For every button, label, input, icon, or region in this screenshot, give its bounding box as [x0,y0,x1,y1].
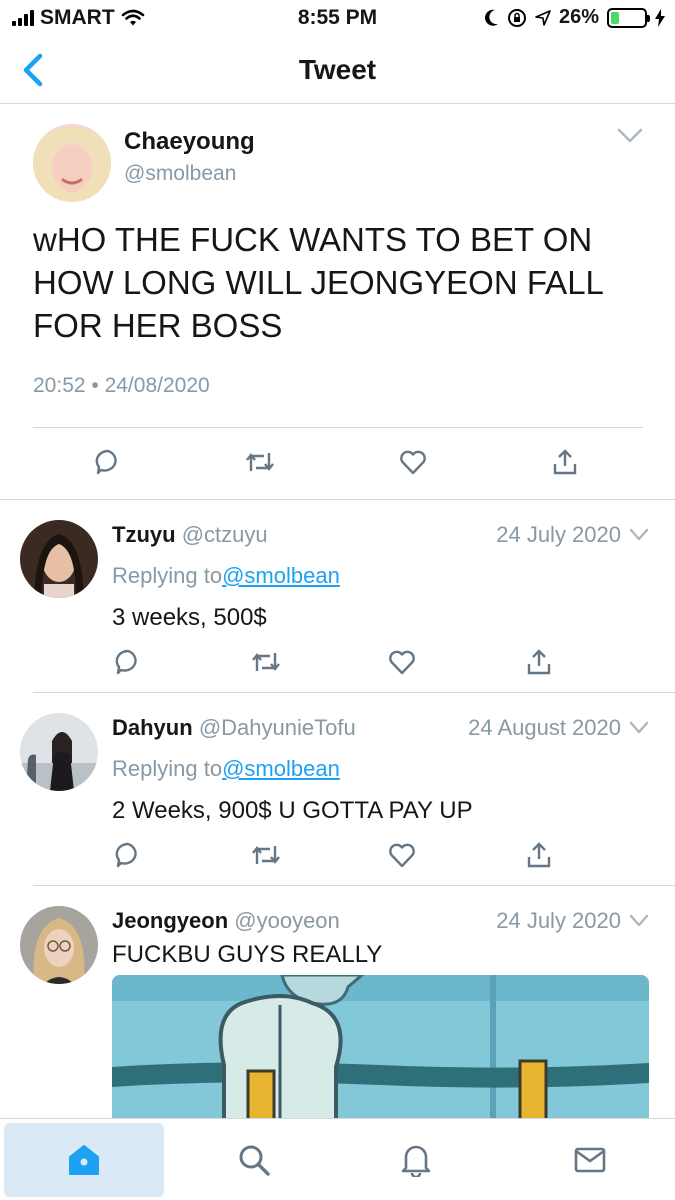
author-handle[interactable]: @ctzuyu [182,522,268,547]
retweet-icon [252,653,280,671]
tweet-text: 3 weeks, 500$ [112,604,267,631]
heart-icon [389,843,415,868]
tweet-text: 2 Weeks, 900$ U GOTTA PAY UP [112,797,473,824]
reply-button[interactable] [112,839,144,871]
notifications-icon [401,1145,431,1177]
author-name[interactable]: Chaeyoung [124,128,255,156]
tweet-timestamp: 20:52 • 24/08/2020 [33,374,210,397]
retweet-button[interactable] [250,646,282,678]
reply-header: Dahyun @DahyunieTofu [112,715,356,741]
replying-to: Replying to@smolbean [112,756,340,782]
reply-header: Tzuyu @ctzuyu [112,522,268,548]
mention-link[interactable]: @smolbean [222,756,340,781]
retweet-icon [252,846,280,864]
heart-icon [400,450,426,475]
location-icon [535,9,551,26]
author-name[interactable]: Tzuyu [112,522,176,547]
retweet-button[interactable] [244,446,276,478]
author-handle[interactable]: @smolbean [124,162,236,186]
retweet-icon [246,453,274,471]
messages-icon [574,1147,606,1173]
moon-icon [484,9,498,26]
navigation-bar: Tweet [0,36,675,104]
reply-tweet[interactable]: Dahyun @DahyunieTofu 24 August 2020 Repl… [0,693,675,886]
share-button[interactable] [523,646,555,678]
share-icon [527,649,551,675]
page-title: Tweet [298,54,377,85]
divider [33,427,643,428]
reply-icon [95,449,117,475]
reply-icon [115,649,137,675]
tweet-text: wHO THE FUCK WANTS TO BET ON HOW LONG WI… [33,221,603,344]
rotation-lock-icon [507,8,526,27]
home-icon [69,1145,99,1175]
tweet-date: 24 August 2020 [468,715,621,740]
author-name[interactable]: Jeongyeon [112,908,228,933]
tweet-date: 24 July 2020 [496,522,621,547]
chevron-down-icon[interactable] [629,528,649,542]
like-button[interactable] [397,446,429,478]
author-handle[interactable]: @yooyeon [234,908,340,933]
reply-button[interactable] [92,446,124,478]
chevron-down-icon[interactable] [629,914,649,928]
tab-home[interactable] [4,1123,164,1197]
heart-icon [389,650,415,675]
tweet-media-image[interactable] [112,975,649,1120]
like-button[interactable] [386,646,418,678]
avatar[interactable] [20,906,98,984]
tab-notifications[interactable] [336,1123,496,1197]
author-name[interactable]: Dahyun [112,715,193,740]
avatar[interactable] [20,713,98,791]
battery-icon [607,7,650,28]
replying-to: Replying to@smolbean [112,563,340,589]
tweet-date: 24 July 2020 [496,908,621,933]
share-icon [553,449,577,475]
reply-header: Jeongyeon @yooyeon [112,908,340,934]
mention-link[interactable]: @smolbean [222,563,340,588]
reply-button[interactable] [112,646,144,678]
like-button[interactable] [386,839,418,871]
chevron-down-icon[interactable] [617,128,643,144]
battery-percent: 26% [558,6,599,28]
author-handle[interactable]: @DahyunieTofu [199,715,356,740]
status-icons: 26% [484,6,665,29]
avatar[interactable] [20,520,98,598]
retweet-button[interactable] [250,839,282,871]
tweet-text: FUCKBU GUYS REALLY [112,941,383,968]
search-icon [239,1145,270,1176]
chevron-down-icon[interactable] [629,721,649,735]
reply-icon [115,842,137,868]
main-tweet: Chaeyoung @smolbean wHO THE FUCK WANTS T… [0,104,675,500]
battery-level [611,11,620,24]
reply-tweet[interactable]: Tzuyu @ctzuyu 24 July 2020 Replying to@s… [0,500,675,693]
tab-search[interactable] [174,1123,334,1197]
avatar[interactable] [33,124,111,202]
replying-prefix: Replying to [112,756,223,781]
status-bar: SMART 8:55 PM 26% [0,0,675,36]
tab-messages[interactable] [510,1123,670,1197]
tab-bar [0,1118,675,1200]
charging-icon [655,8,665,27]
share-button[interactable] [549,446,581,478]
replying-prefix: Replying to [112,563,223,588]
share-icon [527,842,551,868]
share-button[interactable] [523,839,555,871]
